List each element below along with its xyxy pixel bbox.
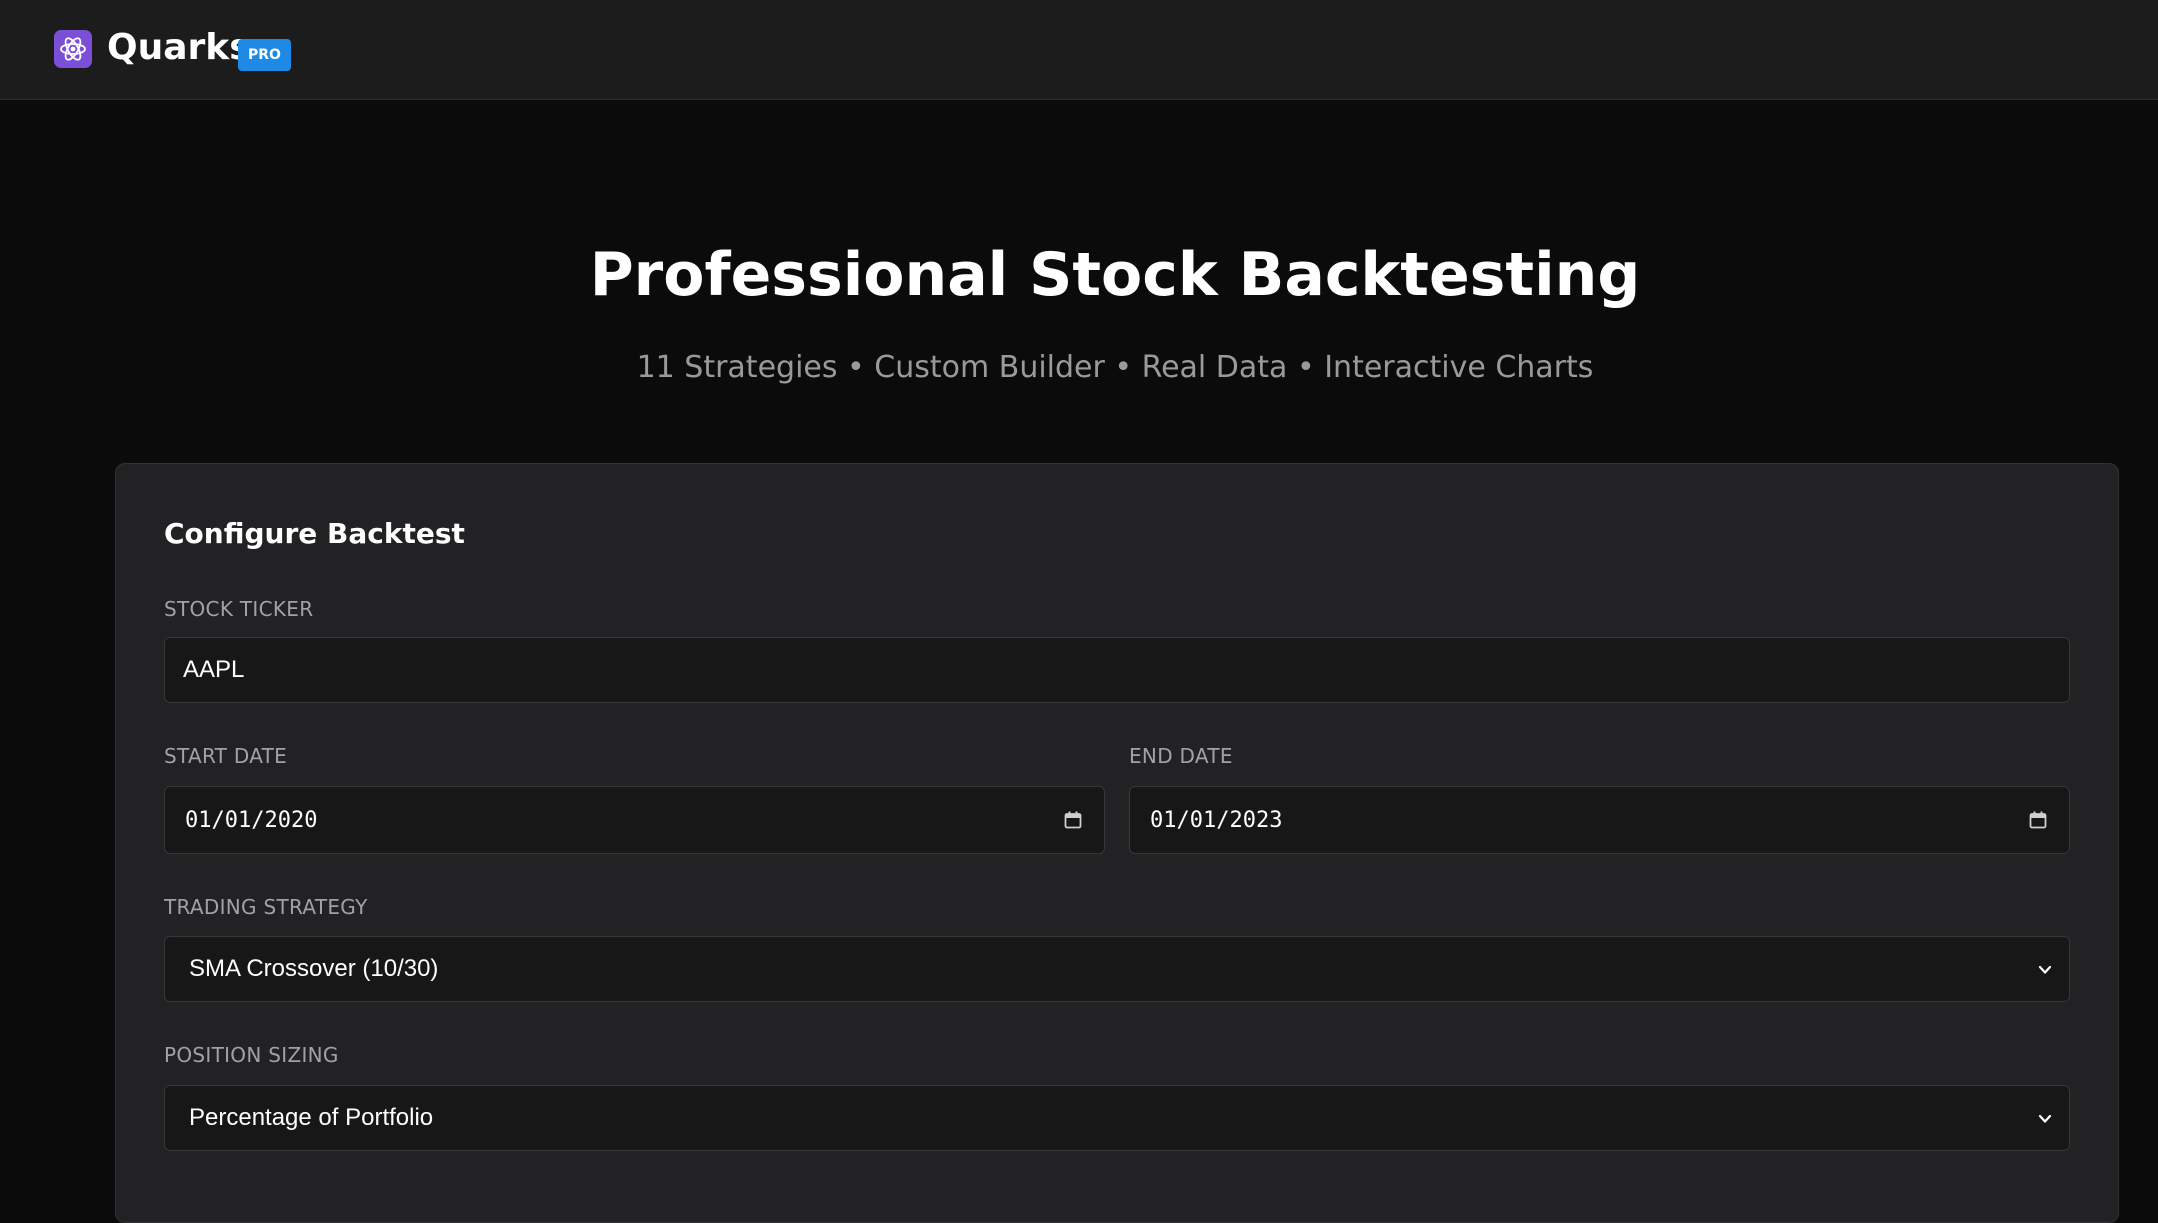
app-name[interactable]: Quarks xyxy=(107,26,251,70)
start-date-label: START DATE xyxy=(164,744,288,768)
strategy-select[interactable]: SMA Crossover (10/30) xyxy=(164,936,2070,1002)
chevron-down-icon xyxy=(2038,965,2052,974)
calendar-icon[interactable] xyxy=(1064,811,1082,829)
calendar-icon[interactable] xyxy=(2029,811,2047,829)
configure-backtest-card: Configure Backtest STOCK TICKER AAPL STA… xyxy=(115,463,2119,1223)
top-navigation-bar: Quarks PRO xyxy=(0,0,2158,100)
hero-title: Professional Stock Backtesting xyxy=(589,240,1641,310)
ticker-input[interactable]: AAPL xyxy=(164,637,2070,703)
atom-icon-graphic xyxy=(60,37,86,61)
position-sizing-label: POSITION SIZING xyxy=(164,1043,339,1067)
end-date-value: 01/01/2023 xyxy=(1150,807,1283,833)
end-date-label: END DATE xyxy=(1129,744,1233,768)
position-sizing-select[interactable]: Percentage of Portfolio xyxy=(164,1085,2070,1151)
pro-badge: PRO xyxy=(238,39,291,71)
ticker-label: STOCK TICKER xyxy=(164,597,314,621)
card-title: Configure Backtest xyxy=(164,517,465,550)
strategy-selected-value: SMA Crossover (10/30) xyxy=(189,955,439,982)
end-date-input[interactable]: 01/01/2023 xyxy=(1129,786,2070,854)
start-date-input[interactable]: 01/01/2020 xyxy=(164,786,1105,854)
chevron-down-icon xyxy=(2038,1114,2052,1123)
start-date-value: 01/01/2020 xyxy=(185,807,318,833)
position-sizing-selected-value: Percentage of Portfolio xyxy=(189,1104,434,1131)
hero-subtitle: 11 Strategies • Custom Builder • Real Da… xyxy=(636,350,1594,385)
atom-icon[interactable] xyxy=(54,30,92,68)
ticker-value: AAPL xyxy=(183,656,245,683)
strategy-label: TRADING STRATEGY xyxy=(164,895,368,919)
